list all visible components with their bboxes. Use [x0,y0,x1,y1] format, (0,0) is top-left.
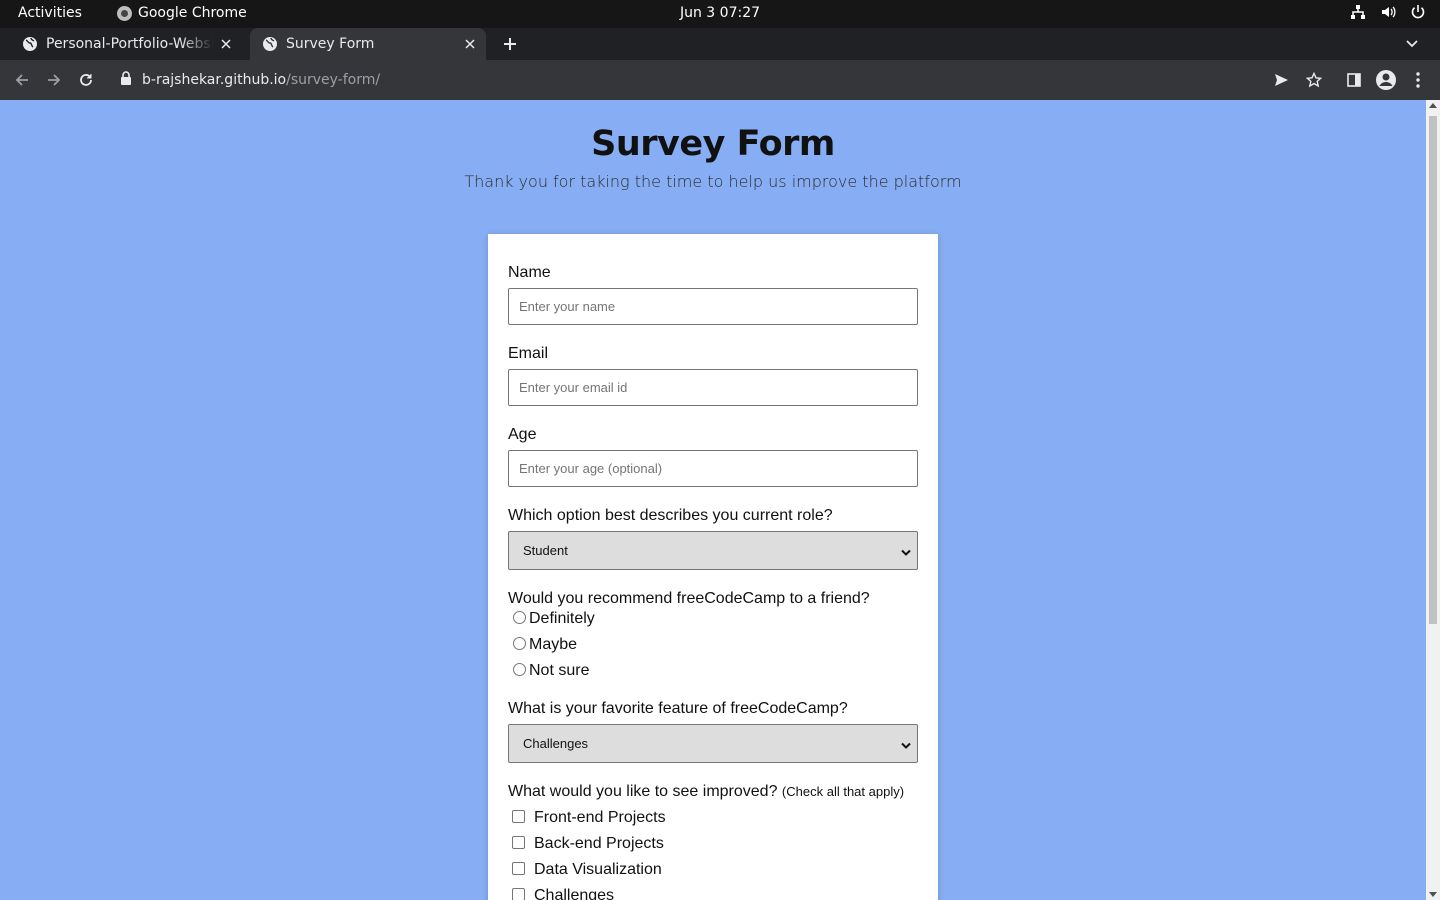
role-dropdown[interactable]: Student [508,531,918,570]
name-input[interactable] [508,288,918,325]
chrome-icon [117,5,132,21]
radio-option-not-sure[interactable]: Not sure [513,662,589,680]
globe-icon [262,36,278,52]
chevron-down-icon [901,545,911,560]
checkbox[interactable] [512,862,525,875]
back-icon[interactable] [10,68,34,92]
browser-toolbar: b-rajshekar.github.io/survey-form/ [0,60,1440,100]
network-icon[interactable] [1350,4,1366,20]
power-icon[interactable] [1410,4,1426,20]
radio-label: Maybe [529,636,578,653]
volume-icon[interactable] [1380,4,1396,20]
improve-label-text: What would you like to see improved? [508,783,778,800]
page-content: Survey Form Thank you for taking the tim… [0,100,1426,900]
scroll-down-arrow-icon[interactable] [1429,892,1437,897]
checkbox-front-end-projects[interactable]: Front-end Projects [512,809,666,827]
chevron-down-icon [901,738,911,753]
page-description: Thank you for taking the time to help us… [464,172,962,191]
send-icon[interactable] [1269,68,1293,92]
reload-icon[interactable] [74,68,98,92]
url-path: /survey-form/ [286,72,381,88]
radio-button[interactable] [513,663,526,676]
checkbox-label: Front-end Projects [534,809,666,826]
bookmark-star-icon[interactable] [1302,68,1326,92]
close-tab-icon[interactable] [214,32,238,56]
lock-icon[interactable] [120,70,132,90]
role-label: Which option best describes you current … [508,507,833,524]
checkbox[interactable] [512,836,525,849]
checkbox-data-visualization[interactable]: Data Visualization [512,861,662,879]
survey-form: Name Email Age Which option best describ… [488,234,938,900]
forward-icon[interactable] [42,68,66,92]
address-bar[interactable]: b-rajshekar.github.io/survey-form/ [110,64,1300,96]
radio-option-definitely[interactable]: Definitely [513,610,595,628]
radio-option-maybe[interactable]: Maybe [513,636,577,654]
checkbox[interactable] [512,888,525,900]
scroll-up-arrow-icon[interactable] [1429,103,1437,108]
side-panel-icon[interactable] [1342,68,1366,92]
age-label: Age [508,426,537,443]
checkbox[interactable] [512,810,525,823]
checkbox-label: Challenges [534,887,615,900]
globe-icon [22,36,38,52]
improve-label: What would you like to see improved? (Ch… [508,783,904,801]
role-selected-value: Student [523,543,568,558]
tab-strip: Personal-Portfolio-Website Survey Form [0,28,1440,60]
app-name: Google Chrome [138,5,247,21]
scrollbar-thumb[interactable] [1429,116,1437,624]
system-tray[interactable] [1350,4,1426,20]
recommend-label: Would you recommend freeCodeCamp to a fr… [508,590,870,607]
email-input[interactable] [508,369,918,406]
tab-title: Survey Form [286,36,375,52]
age-input[interactable] [508,450,918,487]
radio-button[interactable] [513,611,526,624]
radio-label: Not sure [529,662,590,679]
app-menu[interactable]: Google Chrome [117,5,247,21]
profile-avatar-icon[interactable] [1374,68,1398,92]
checkbox-back-end-projects[interactable]: Back-end Projects [512,835,664,853]
improve-hint: (Check all that apply) [781,784,905,799]
chevron-down-icon[interactable] [1400,32,1424,56]
page-scrollbar[interactable] [1426,100,1440,900]
radio-label: Definitely [529,610,595,627]
feature-label: What is your favorite feature of freeCod… [508,700,848,717]
close-tab-icon[interactable] [458,32,482,56]
radio-button[interactable] [513,637,526,650]
feature-dropdown[interactable]: Challenges [508,724,918,763]
checkbox-label: Back-end Projects [534,835,664,852]
new-tab-icon[interactable] [498,32,522,56]
url-host: b-rajshekar.github.io [142,72,287,88]
feature-selected-value: Challenges [523,736,589,751]
more-menu-icon[interactable] [1406,68,1430,92]
system-top-bar: Activities Google Chrome Jun 3 07:27 [0,0,1440,28]
email-label: Email [508,345,549,362]
tab-portfolio[interactable]: Personal-Portfolio-Website [10,28,242,60]
name-label: Name [508,264,551,281]
checkbox-challenges[interactable]: Challenges [512,887,614,900]
url-text: b-rajshekar.github.io/survey-form/ [142,72,380,88]
page-title: Survey Form [591,124,835,164]
tab-survey-form[interactable]: Survey Form [250,28,486,60]
activities-button[interactable]: Activities [18,5,82,21]
tab-title: Personal-Portfolio-Website [46,36,214,52]
checkbox-label: Data Visualization [534,861,662,878]
